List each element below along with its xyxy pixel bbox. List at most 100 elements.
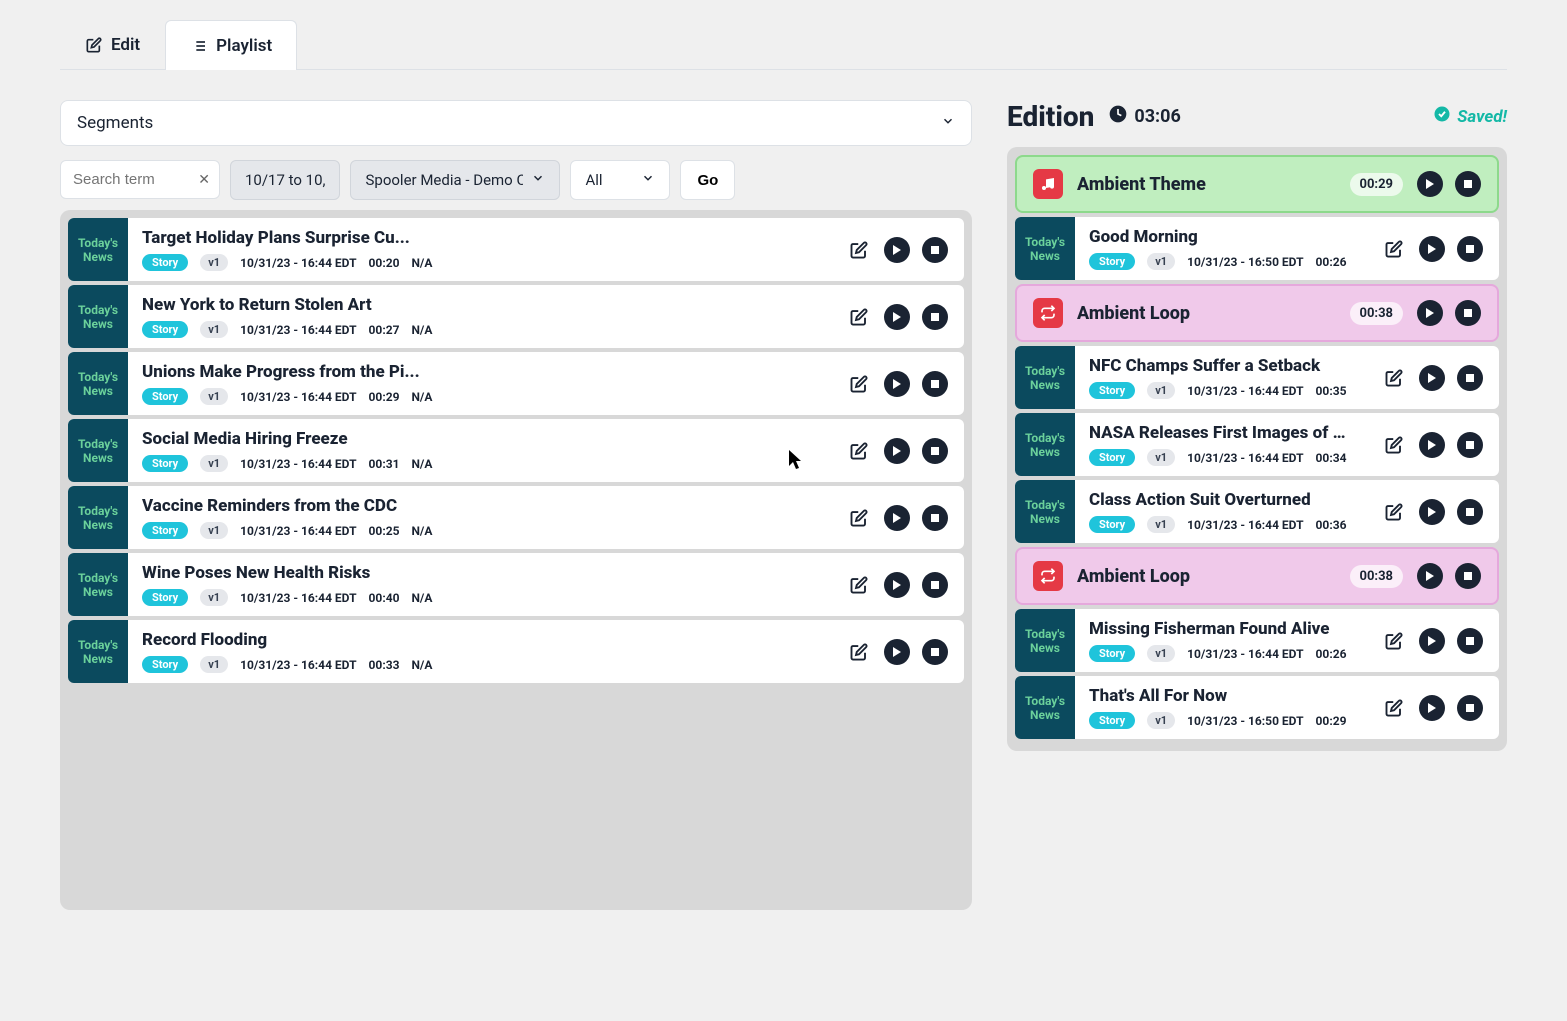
play-button[interactable]: [1419, 365, 1445, 391]
play-button[interactable]: [1417, 171, 1443, 197]
segment-card[interactable]: Today'sNews Social Media Hiring Freeze S…: [68, 419, 964, 482]
story-title: NFC Champs Suffer a Setback: [1089, 356, 1351, 376]
segment-title: New York to Return Stolen Art: [142, 295, 816, 315]
edit-button[interactable]: [846, 505, 872, 531]
card-actions: [830, 553, 964, 616]
stop-button[interactable]: [1457, 695, 1483, 721]
stop-button[interactable]: [1457, 236, 1483, 262]
stop-button[interactable]: [922, 572, 948, 598]
play-button[interactable]: [884, 304, 910, 330]
go-button[interactable]: Go: [680, 160, 735, 200]
media-source-filter[interactable]: Spooler Media - Demo C: [350, 160, 560, 200]
ambient-card[interactable]: Ambient Loop 00:38: [1015, 547, 1499, 605]
stop-button[interactable]: [1457, 499, 1483, 525]
play-button[interactable]: [1419, 499, 1445, 525]
edit-icon: [85, 36, 103, 54]
play-button[interactable]: [884, 371, 910, 397]
play-button[interactable]: [884, 572, 910, 598]
timestamp: 10/31/23 - 16:44 EDT: [240, 658, 356, 672]
segment-card[interactable]: Today'sNews Unions Make Progress from th…: [68, 352, 964, 415]
stop-button[interactable]: [1457, 365, 1483, 391]
story-badge: Story: [1089, 449, 1135, 466]
edit-button[interactable]: [846, 639, 872, 665]
timestamp: 10/31/23 - 16:44 EDT: [240, 457, 356, 471]
date-range-label: 10/17 to 10,: [245, 171, 325, 189]
stop-button[interactable]: [1457, 628, 1483, 654]
segment-card[interactable]: Today'sNews Record Flooding Story v1 10/…: [68, 620, 964, 683]
edit-button[interactable]: [1381, 499, 1407, 525]
tab-edit[interactable]: Edit: [60, 20, 165, 69]
search-input[interactable]: [60, 160, 220, 199]
date-range-filter[interactable]: 10/17 to 10,: [230, 160, 340, 200]
status: N/A: [411, 390, 432, 404]
edit-button[interactable]: [1381, 365, 1407, 391]
play-button[interactable]: [884, 237, 910, 263]
music-icon: [1033, 169, 1063, 199]
edition-story-card[interactable]: Today'sNews Missing Fisherman Found Aliv…: [1015, 609, 1499, 672]
stop-button[interactable]: [922, 371, 948, 397]
thumbnail: Today'sNews: [68, 352, 128, 415]
play-button[interactable]: [1419, 695, 1445, 721]
edit-button[interactable]: [846, 237, 872, 263]
play-button[interactable]: [1417, 300, 1443, 326]
edit-button[interactable]: [846, 438, 872, 464]
edit-button[interactable]: [846, 304, 872, 330]
stop-button[interactable]: [922, 438, 948, 464]
thumbnail: Today'sNews: [1015, 217, 1075, 280]
edition-title: Edition: [1007, 100, 1094, 133]
play-button[interactable]: [1419, 432, 1445, 458]
edit-button[interactable]: [1381, 432, 1407, 458]
timestamp: 10/31/23 - 16:44 EDT: [240, 256, 356, 270]
edition-story-card[interactable]: Today'sNews NASA Releases First Images o…: [1015, 413, 1499, 476]
play-button[interactable]: [1419, 628, 1445, 654]
play-button[interactable]: [884, 505, 910, 531]
card-actions: [1365, 676, 1499, 739]
edit-button[interactable]: [846, 371, 872, 397]
play-button[interactable]: [1417, 563, 1443, 589]
play-button[interactable]: [884, 438, 910, 464]
edit-button[interactable]: [1381, 628, 1407, 654]
edition-story-card[interactable]: Today'sNews That's All For Now Story v1 …: [1015, 676, 1499, 739]
edit-button[interactable]: [846, 572, 872, 598]
segment-card[interactable]: Today'sNews Wine Poses New Health Risks …: [68, 553, 964, 616]
stop-button[interactable]: [922, 639, 948, 665]
segment-card[interactable]: Today'sNews Vaccine Reminders from the C…: [68, 486, 964, 549]
chevron-down-icon: [941, 113, 955, 133]
stop-button[interactable]: [922, 237, 948, 263]
version-badge: v1: [1147, 382, 1175, 399]
edition-story-card[interactable]: Today'sNews NFC Champs Suffer a Setback …: [1015, 346, 1499, 409]
status: N/A: [411, 323, 432, 337]
segment-meta: Story v1 10/31/23 - 16:44 EDT 00:33 N/A: [142, 656, 816, 673]
play-button[interactable]: [884, 639, 910, 665]
version-badge: v1: [1147, 516, 1175, 533]
status: N/A: [411, 524, 432, 538]
stop-button[interactable]: [1455, 300, 1481, 326]
edit-button[interactable]: [1381, 695, 1407, 721]
play-button[interactable]: [1419, 236, 1445, 262]
tab-playlist[interactable]: Playlist: [165, 20, 297, 70]
story-title: Class Action Suit Overturned: [1089, 490, 1351, 510]
edition-duration-value: 03:06: [1134, 106, 1180, 127]
all-filter[interactable]: All: [570, 160, 670, 200]
stop-button[interactable]: [1455, 171, 1481, 197]
story-meta: Story v1 10/31/23 - 16:50 EDT 00:29: [1089, 712, 1351, 729]
segment-card[interactable]: Today'sNews Target Holiday Plans Surpris…: [68, 218, 964, 281]
story-badge: Story: [142, 254, 188, 271]
card-actions: [830, 285, 964, 348]
edition-story-card[interactable]: Today'sNews Good Morning Story v1 10/31/…: [1015, 217, 1499, 280]
ambient-card[interactable]: Ambient Theme 00:29: [1015, 155, 1499, 213]
clear-search-icon[interactable]: ✕: [198, 172, 210, 188]
stop-button[interactable]: [922, 304, 948, 330]
story-badge: Story: [142, 522, 188, 539]
stop-button[interactable]: [1455, 563, 1481, 589]
edition-story-card[interactable]: Today'sNews Class Action Suit Overturned…: [1015, 480, 1499, 543]
timestamp: 10/31/23 - 16:44 EDT: [1187, 647, 1303, 661]
timestamp: 10/31/23 - 16:44 EDT: [240, 591, 356, 605]
stop-button[interactable]: [922, 505, 948, 531]
stop-button[interactable]: [1457, 432, 1483, 458]
story-badge: Story: [142, 589, 188, 606]
ambient-card[interactable]: Ambient Loop 00:38: [1015, 284, 1499, 342]
segment-card[interactable]: Today'sNews New York to Return Stolen Ar…: [68, 285, 964, 348]
edit-button[interactable]: [1381, 236, 1407, 262]
segments-dropdown[interactable]: Segments: [60, 100, 972, 146]
